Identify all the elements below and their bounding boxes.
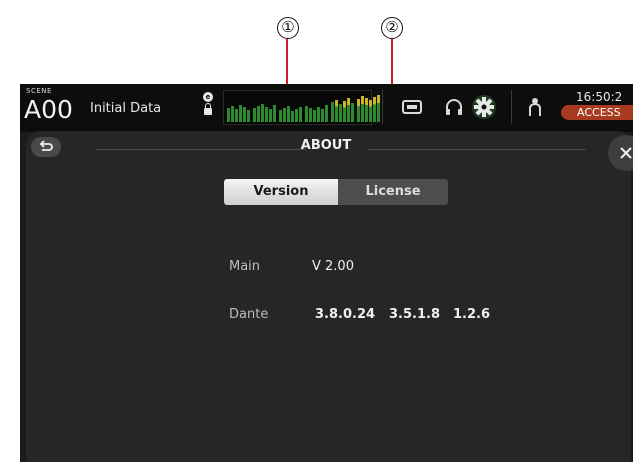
meter-bar <box>231 106 234 122</box>
scene-name[interactable]: Initial Data <box>90 101 161 116</box>
meter-bar <box>273 105 276 122</box>
meter-bar <box>291 111 294 122</box>
meter-bar <box>257 106 260 122</box>
meter-bar <box>377 95 380 122</box>
title-rule-left <box>96 149 306 150</box>
callout-2: ② <box>381 17 403 39</box>
dante-label: Dante <box>229 307 269 322</box>
gear-icon[interactable] <box>471 94 497 120</box>
meter-bar <box>309 108 312 122</box>
main-label: Main <box>229 259 261 274</box>
scene-tag: SCENE <box>26 87 52 95</box>
meter-bar <box>235 109 238 122</box>
callout-1: ① <box>277 17 299 39</box>
meter-bar <box>343 101 346 122</box>
meter-bar <box>373 97 376 122</box>
meter-bar <box>331 102 334 122</box>
main-version: V 2.00 <box>312 259 354 274</box>
meter-bar <box>243 107 246 122</box>
meter-bar <box>269 109 272 122</box>
back-button[interactable] <box>31 137 61 157</box>
close-icon <box>620 147 632 159</box>
meter-bar <box>287 106 290 122</box>
meter-bar <box>253 108 256 122</box>
meter-bar <box>313 110 316 122</box>
lock-badge-icon: e <box>203 92 213 102</box>
top-bar: SCENE A00 Initial Data e 16:50:2 ACCESS <box>20 84 633 132</box>
close-button[interactable] <box>608 135 633 171</box>
divider <box>511 90 512 124</box>
dante-version: 1.2.6 <box>453 307 491 322</box>
tab-license[interactable]: License <box>338 179 448 205</box>
headphones-icon[interactable] <box>443 96 465 118</box>
meter-bar <box>347 98 350 122</box>
meter-bar <box>299 107 302 122</box>
clock: 16:50:2 <box>576 90 623 104</box>
divider <box>382 90 383 124</box>
tab-version[interactable]: Version <box>224 179 338 205</box>
meter-bar <box>317 107 320 122</box>
meter-bridge[interactable] <box>223 90 380 125</box>
meter-bar <box>369 100 372 122</box>
dante-version: 3.5.1.8 <box>389 307 440 322</box>
meter-bar <box>325 105 328 122</box>
meter-bar <box>279 110 282 122</box>
meter-bar <box>365 98 368 122</box>
meter-bar <box>283 108 286 122</box>
access-badge[interactable]: ACCESS <box>561 105 633 120</box>
meter-bar <box>247 110 250 122</box>
title-rule-right <box>368 149 586 150</box>
user-icon[interactable] <box>524 96 546 118</box>
meter-bar <box>335 100 338 122</box>
device-screen: SCENE A00 Initial Data e 16:50:2 ACCESS … <box>20 84 633 462</box>
meter-bar <box>357 99 360 122</box>
dialog-title: ABOUT <box>300 138 352 153</box>
meter-bar <box>351 103 354 122</box>
meter-bar <box>321 109 324 122</box>
lock-icon[interactable]: e <box>201 92 215 122</box>
meter-bar <box>361 96 364 122</box>
scene-number[interactable]: A00 <box>24 96 73 124</box>
meter-bar <box>339 104 342 122</box>
meter-bar <box>295 109 298 122</box>
meter-bar <box>227 108 230 122</box>
dante-version: 3.8.0.24 <box>315 307 376 322</box>
meter-bar <box>265 107 268 122</box>
about-panel: ABOUT Version License Main V 2.00 Dante … <box>26 131 633 462</box>
meter-bar <box>261 104 264 122</box>
meter-bar <box>239 105 242 122</box>
meter-bar <box>305 106 308 122</box>
recorder-icon[interactable] <box>401 96 423 118</box>
back-icon <box>39 140 53 151</box>
